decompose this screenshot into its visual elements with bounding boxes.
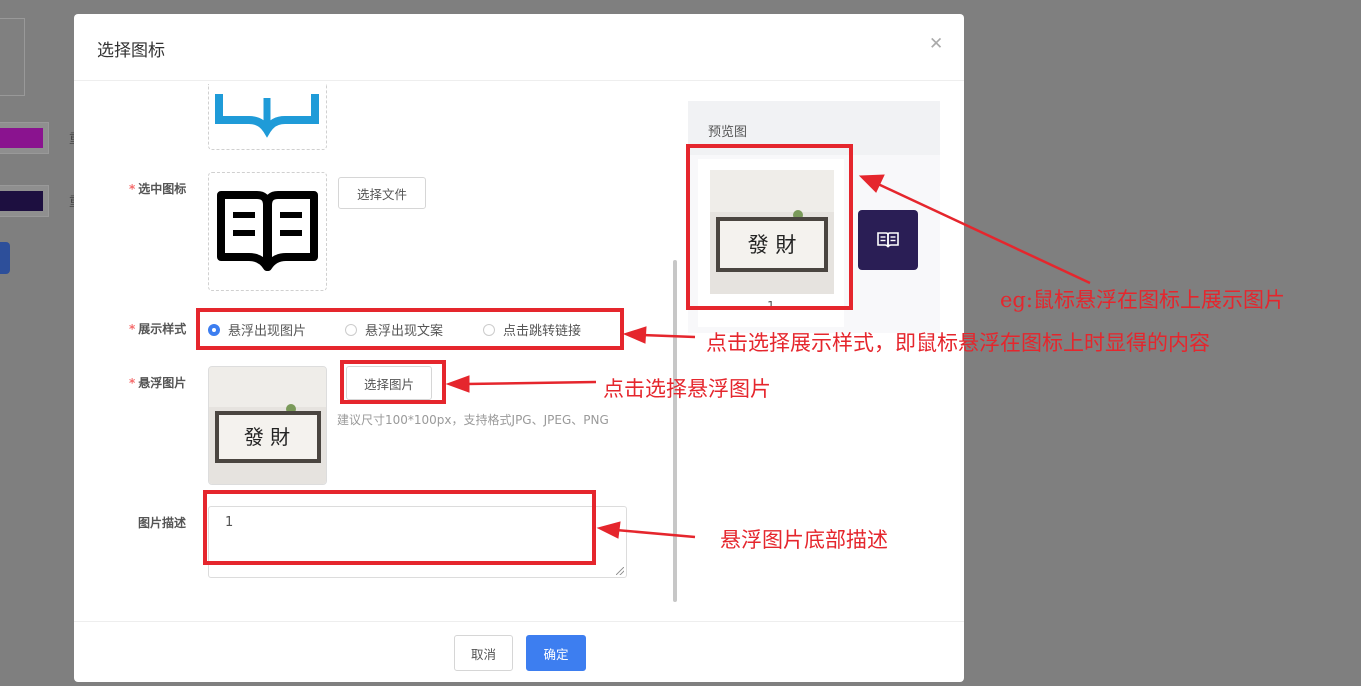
- annotation-hover-preview: eg:鼠标悬浮在图标上展示图片: [1000, 288, 1285, 312]
- annotation-description: 悬浮图片底部描述: [720, 528, 888, 552]
- annotation-display-style: 点击选择展示样式，即鼠标悬浮在图标上时显得的内容: [706, 331, 1210, 355]
- annotation-select-image: 点击选择悬浮图片: [603, 377, 771, 401]
